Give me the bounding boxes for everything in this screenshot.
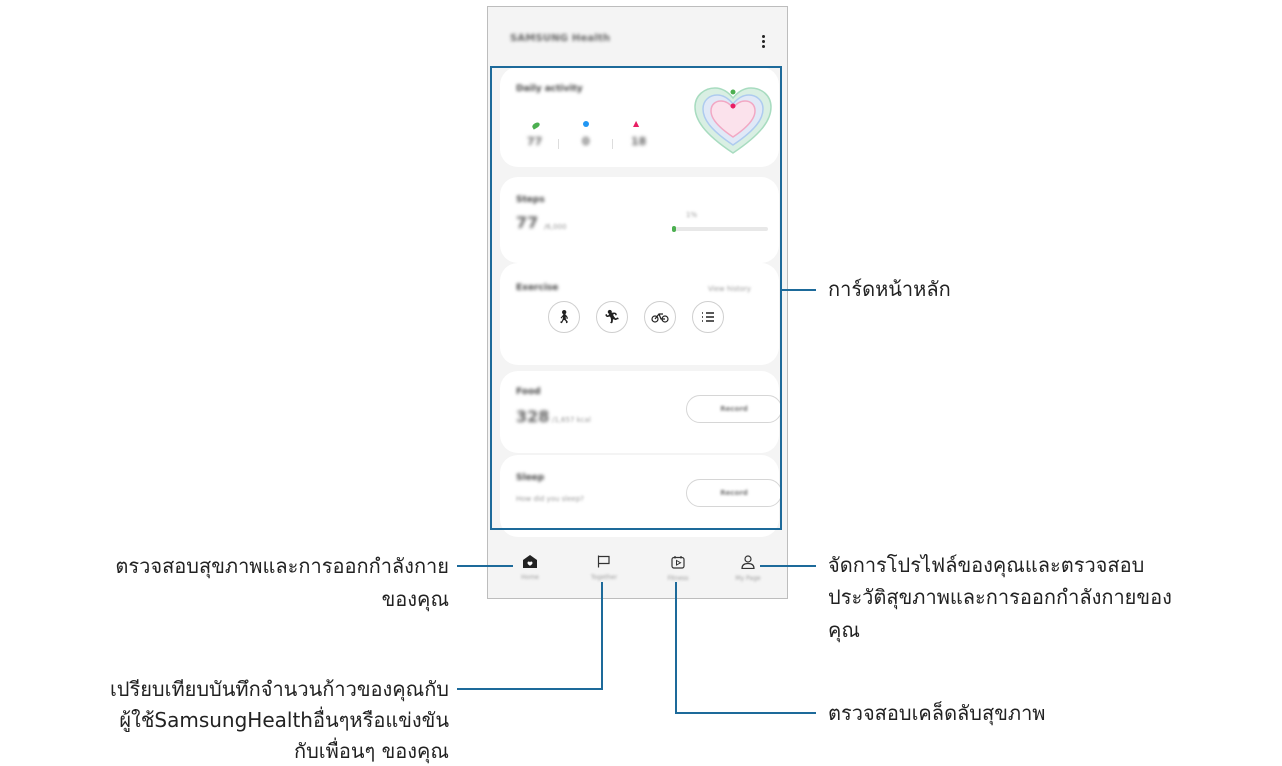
nav-home[interactable]: Home [500,555,560,581]
nav-fitness-label: Fitness [667,575,689,582]
callout-fitness: ตรวจสอบเคล็ดลับสุขภาพ [828,701,1046,725]
callout-line-my-page [760,565,816,567]
callout-line-fitness-v [675,582,677,714]
nav-home-label: Home [521,574,539,581]
bottom-navigation: Home Together Fitness My Page [488,547,787,598]
nav-fitness[interactable]: Fitness [648,555,708,582]
callout-together-line2: ผู้ใช้SamsungHealthอื่นๆหรือแข่งขัน [119,708,449,732]
callout-home-tab-line2: ของคุณ [381,587,449,611]
home-cards-highlight [490,66,782,530]
nav-my-page[interactable]: My Page [718,555,778,582]
fitness-play-icon [671,556,685,569]
callout-line-together-v [601,582,603,690]
callout-home-cards: การ์ดหน้าหลัก [828,277,951,301]
nav-together-label: Together [590,574,618,581]
callout-together-line3: กับเพื่อนๆ ของคุณ [294,739,449,763]
callout-line-home-tab [457,565,513,567]
callout-home-tab-line1: ตรวจสอบสุขภาพและการออกกำลังกาย [115,554,449,578]
callout-line-together-h [457,688,603,690]
app-bar: SAMSUNG Health [488,7,787,62]
nav-my-page-label: My Page [735,575,761,582]
more-vertical-icon[interactable] [756,31,770,51]
nav-together[interactable]: Together [574,555,634,581]
callout-together-line1: เปรียบเทียบบันทึกจำนวนก้าวของคุณกับ [109,677,449,701]
callout-my-page-line1: จัดการโปรไฟล์ของคุณและตรวจสอบ [828,553,1145,577]
callout-my-page-line2: ประวัติสุขภาพและการออกกำลังกายของ [828,585,1172,609]
app-title: SAMSUNG Health [510,33,611,44]
flag-icon [597,555,610,568]
home-icon [523,555,537,568]
callout-line-home-cards [782,289,816,291]
callout-my-page-line3: คุณ [828,618,860,642]
callout-line-fitness-h [675,712,816,714]
profile-icon [741,555,755,569]
